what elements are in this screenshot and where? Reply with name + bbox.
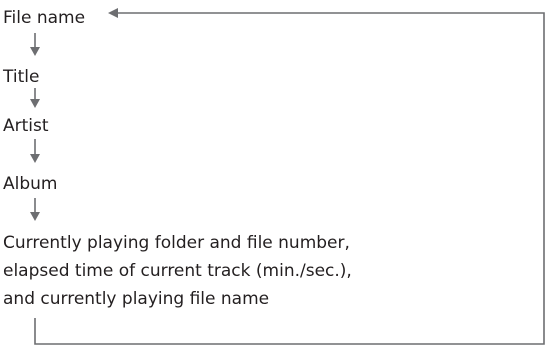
node-album: Album [3, 174, 57, 194]
arrow-head [30, 154, 40, 163]
display-cycle-diagram: File name Title Artist Album Currently p… [2, 8, 545, 345]
arrow-file-name-to-title [30, 33, 40, 56]
node-title: Title [2, 67, 39, 87]
node-current: Currently playing folder and file number… [3, 233, 352, 309]
node-current-line-1: Currently playing folder and file number… [3, 233, 350, 253]
node-current-line-2: elapsed time of current track (min./sec.… [3, 261, 352, 281]
node-current-line-3: and currently playing file name [3, 289, 269, 309]
node-file-name: File name [3, 8, 85, 28]
loop-back-arrow-head [108, 8, 118, 18]
node-artist: Artist [3, 116, 49, 136]
arrow-album-to-current [30, 198, 40, 221]
arrow-head [30, 47, 40, 56]
arrow-artist-to-album [30, 139, 40, 163]
arrow-head [30, 212, 40, 221]
arrow-title-to-artist [30, 88, 40, 108]
arrow-head [30, 99, 40, 108]
